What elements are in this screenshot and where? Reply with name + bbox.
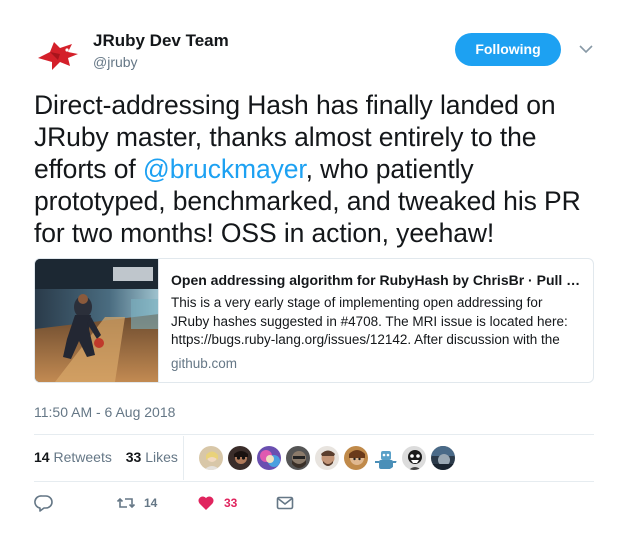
following-button[interactable]: Following — [455, 33, 561, 66]
divider — [34, 434, 594, 435]
likes-label: Likes — [145, 449, 178, 465]
link-card[interactable]: Open addressing algorithm for RubyHash b… — [34, 258, 594, 383]
retweet-icon — [116, 497, 136, 509]
reply-button[interactable] — [34, 492, 54, 514]
likes-stat[interactable]: 33 Likes — [126, 449, 178, 465]
reply-icon — [34, 495, 53, 512]
red-bird-logo-icon — [38, 42, 78, 70]
card-title: Open addressing algorithm for RubyHash b… — [171, 272, 583, 288]
liker-avatar[interactable] — [285, 445, 311, 471]
liker-avatar[interactable] — [372, 445, 398, 471]
tweet-timestamp[interactable]: 11:50 AM - 6 Aug 2018 — [34, 404, 175, 420]
liker-avatar[interactable] — [256, 445, 282, 471]
retweet-count: 14 — [144, 496, 158, 510]
heart-icon — [198, 496, 214, 510]
liker-avatar[interactable] — [343, 445, 369, 471]
retweets-label: Retweets — [53, 449, 112, 465]
retweets-stat[interactable]: 14 Retweets — [34, 449, 112, 465]
mention-link[interactable]: @bruckmayer — [143, 154, 306, 184]
author-avatar[interactable] — [34, 32, 82, 80]
liker-avatar[interactable] — [198, 445, 224, 471]
envelope-icon — [276, 496, 294, 510]
likes-count: 33 — [125, 449, 142, 465]
direct-message-button[interactable] — [275, 492, 295, 514]
tweet-text: Direct-addressing Hash has finally lande… — [34, 89, 604, 249]
retweets-count: 14 — [34, 449, 50, 465]
bowling-photo-icon — [35, 259, 158, 382]
retweet-button[interactable]: 14 — [116, 492, 157, 514]
card-image — [35, 259, 159, 382]
like-button[interactable]: 33 — [196, 492, 237, 514]
chevron-down-icon[interactable] — [578, 41, 594, 57]
divider — [34, 481, 594, 482]
liker-avatar[interactable] — [401, 445, 427, 471]
tweet-stats: 14 Retweets 33 Likes — [34, 449, 188, 465]
author-handle[interactable]: @jruby — [93, 54, 138, 70]
liker-avatar[interactable] — [227, 445, 253, 471]
card-domain: github.com — [171, 356, 238, 371]
card-description: This is a very early stage of implementi… — [171, 295, 568, 347]
liker-avatar[interactable] — [314, 445, 340, 471]
liker-avatar[interactable] — [430, 445, 456, 471]
stats-separator — [183, 436, 184, 480]
author-name[interactable]: JRuby Dev Team — [93, 31, 229, 51]
like-count: 33 — [224, 496, 238, 510]
